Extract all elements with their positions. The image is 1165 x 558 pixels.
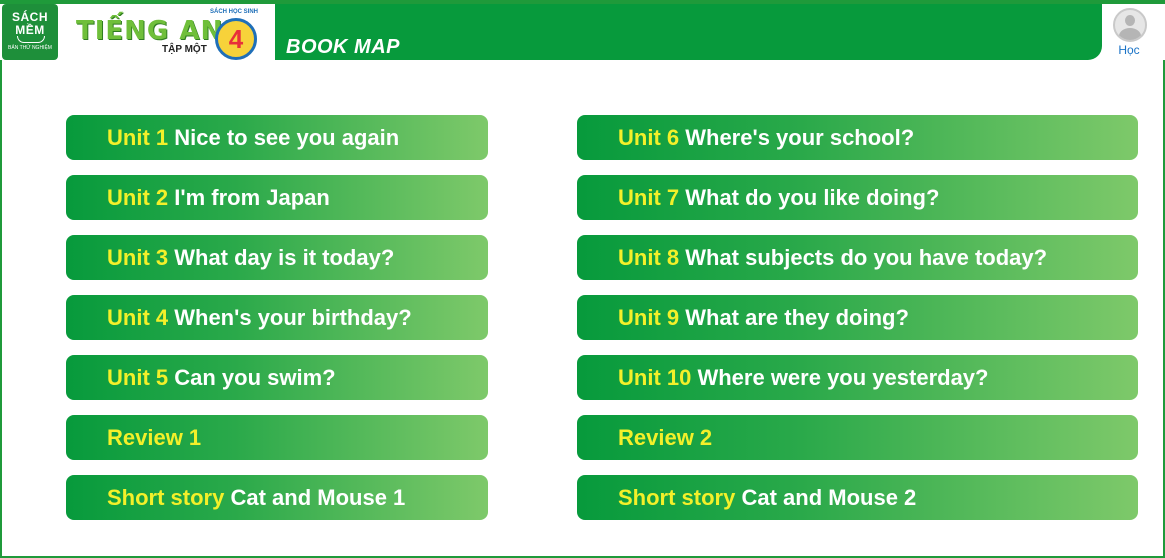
short-story-button-1[interactable]: Short story Cat and Mouse 1 (66, 475, 488, 520)
unit-button-3[interactable]: Unit 3 What day is it today? (66, 235, 488, 280)
book-series: SÁCH HỌC SINH (210, 9, 259, 15)
unit-label: Unit 2 (107, 185, 175, 210)
unit-label: Review 2 (618, 425, 713, 450)
unit-title: Where were you yesterday? (697, 365, 989, 390)
unit-title: What do you like doing? (685, 185, 940, 210)
unit-label: Unit 6 (618, 125, 686, 150)
user-label[interactable]: Học (1106, 43, 1152, 57)
unit-title: What day is it today? (174, 245, 395, 270)
unit-label: Short story (107, 485, 231, 510)
unit-button-8[interactable]: Unit 8 What subjects do you have today? (577, 235, 1138, 280)
unit-label: Unit 8 (618, 245, 686, 270)
unit-button-5[interactable]: Unit 5 Can you swim? (66, 355, 488, 400)
unit-title: Cat and Mouse 2 (741, 485, 917, 510)
unit-title: Where's your school? (685, 125, 915, 150)
avatar-body (1119, 28, 1141, 40)
unit-button-4[interactable]: Unit 4 When's your birthday? (66, 295, 488, 340)
short-story-button-2[interactable]: Short story Cat and Mouse 2 (577, 475, 1138, 520)
user-avatar-icon[interactable] (1113, 8, 1147, 42)
sachmem-logo[interactable]: SÁCH MỀM BẢN THỬ NGHIỆM (2, 4, 58, 60)
unit-button-6[interactable]: Unit 6 Where's your school? (577, 115, 1138, 160)
user-menu[interactable]: Học (1106, 4, 1154, 60)
grade-badge: 4 (215, 18, 257, 60)
unit-button-2[interactable]: Unit 2 I'm from Japan (66, 175, 488, 220)
unit-button-1[interactable]: Unit 1 Nice to see you again (66, 115, 488, 160)
book-logo: TIẾNG ANH SÁCH HỌC SINH 4 TẬP MỘT (60, 4, 274, 60)
review-button-1[interactable]: Review 1 (66, 415, 488, 460)
open-book-icon (17, 36, 45, 43)
unit-title: What are they doing? (685, 305, 909, 330)
unit-button-9[interactable]: Unit 9 What are they doing? (577, 295, 1138, 340)
unit-label: Unit 10 (618, 365, 698, 390)
unit-label: Review 1 (107, 425, 202, 450)
unit-title: What subjects do you have today? (685, 245, 1048, 270)
header-bar: SÁCH MỀM BẢN THỬ NGHIỆM TIẾNG ANH SÁCH H… (0, 0, 1165, 60)
unit-label: Unit 4 (107, 305, 175, 330)
unit-label: Unit 1 (107, 125, 175, 150)
unit-title: When's your birthday? (174, 305, 412, 330)
avatar-head (1125, 15, 1135, 26)
page-title: BOOK MAP (286, 36, 400, 58)
unit-label: Unit 7 (618, 185, 686, 210)
unit-label: Unit 3 (107, 245, 175, 270)
brand-line-1: SÁCH (11, 10, 48, 24)
unit-label: Unit 9 (618, 305, 686, 330)
unit-title: Cat and Mouse 1 (230, 485, 406, 510)
brand-line-3: BẢN THỬ NGHIỆM (8, 45, 52, 51)
review-button-2[interactable]: Review 2 (577, 415, 1138, 460)
unit-title: Can you swim? (174, 365, 336, 390)
book-volume: TẬP MỘT (162, 44, 207, 55)
unit-label: Unit 5 (107, 365, 175, 390)
unit-button-7[interactable]: Unit 7 What do you like doing? (577, 175, 1138, 220)
brand-line-2: MỀM (15, 23, 45, 37)
unit-label: Short story (618, 485, 742, 510)
unit-button-10[interactable]: Unit 10 Where were you yesterday? (577, 355, 1138, 400)
unit-title: I'm from Japan (174, 185, 330, 210)
unit-title: Nice to see you again (174, 125, 400, 150)
